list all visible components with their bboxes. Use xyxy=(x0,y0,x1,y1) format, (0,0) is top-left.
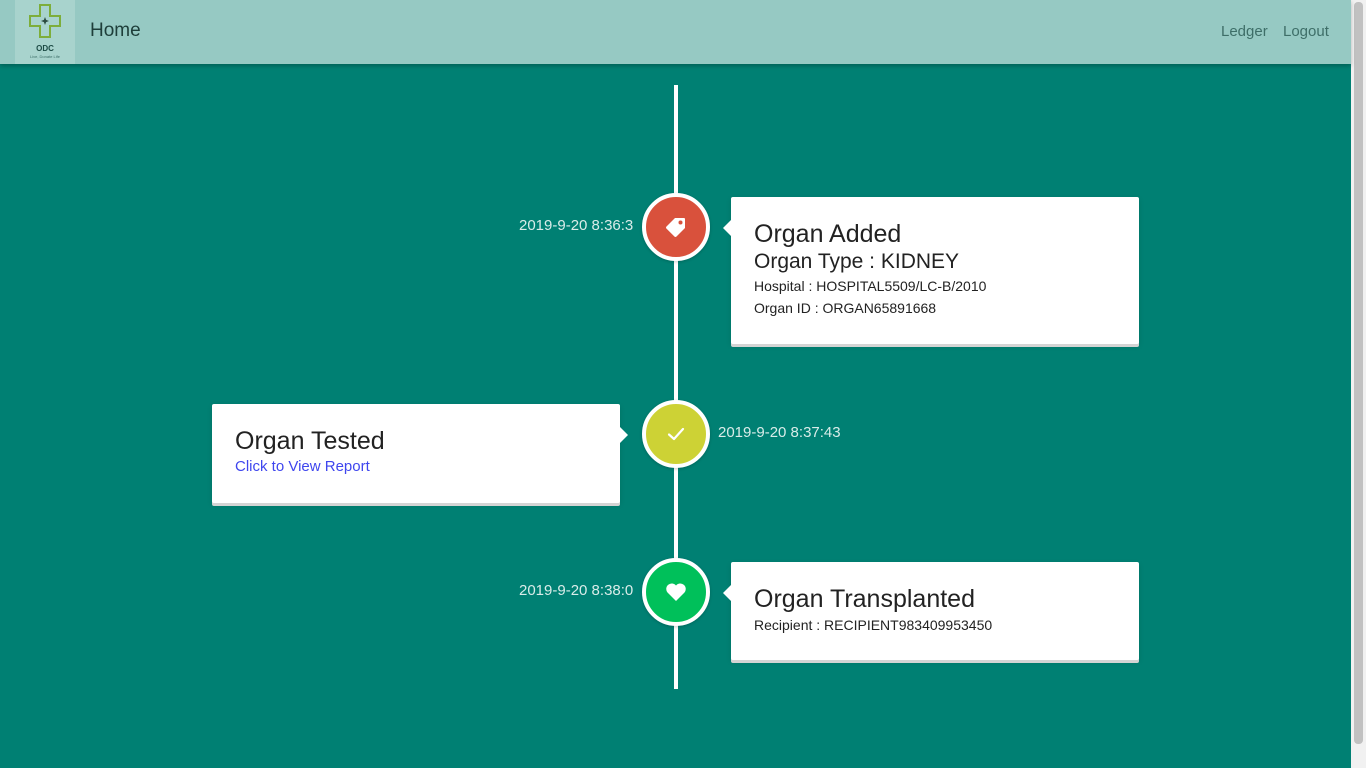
timeline-node-organ-tested xyxy=(642,400,710,468)
event-title: Organ Added xyxy=(754,220,902,248)
event-title: Organ Tested xyxy=(235,427,385,455)
recipient-info: Recipient : RECIPIENT983409953450 xyxy=(754,617,993,633)
event-card-organ-tested: Organ Tested Click to View Report xyxy=(212,404,628,503)
view-report-link[interactable]: Click to View Report xyxy=(235,456,370,478)
timeline-node-organ-added xyxy=(642,193,710,261)
scrollbar-thumb[interactable] xyxy=(1354,2,1363,744)
vertical-scrollbar[interactable] xyxy=(1351,0,1366,768)
event-title: Organ Transplanted xyxy=(754,585,975,613)
tag-icon xyxy=(666,218,685,237)
event-timestamp: 2019-9-20 8:37:43 xyxy=(718,424,841,441)
heart-icon xyxy=(666,583,686,601)
event-card-organ-transplanted: Organ Transplanted Recipient : RECIPIENT… xyxy=(723,562,1139,660)
nav-ledger-link[interactable]: Ledger xyxy=(1221,23,1268,40)
hospital-info: Hospital : HOSPITAL5509/LC-B/2010 xyxy=(754,278,987,294)
medical-cross-icon xyxy=(29,4,61,38)
organ-type: Organ Type : KIDNEY xyxy=(754,250,960,273)
event-timestamp: 2019-9-20 8:36:3 xyxy=(519,217,634,234)
logo-tagline: Live, Donate Life xyxy=(29,54,61,59)
organ-id: Organ ID : ORGAN65891668 xyxy=(754,300,937,316)
event-timestamp: 2019-9-20 8:38:0 xyxy=(519,582,634,599)
check-icon xyxy=(667,427,685,441)
nav-logout-link[interactable]: Logout xyxy=(1283,23,1329,40)
logo-text: ODC xyxy=(36,44,54,53)
home-brand-link[interactable]: Home xyxy=(90,20,141,42)
navbar: ODC Live, Donate Life Home Ledger Logout xyxy=(0,0,1351,64)
timeline-node-organ-transplanted xyxy=(642,558,710,626)
logo[interactable]: ODC Live, Donate Life xyxy=(15,0,75,64)
event-card-organ-added: Organ Added Organ Type : KIDNEY Hospital… xyxy=(723,197,1139,344)
